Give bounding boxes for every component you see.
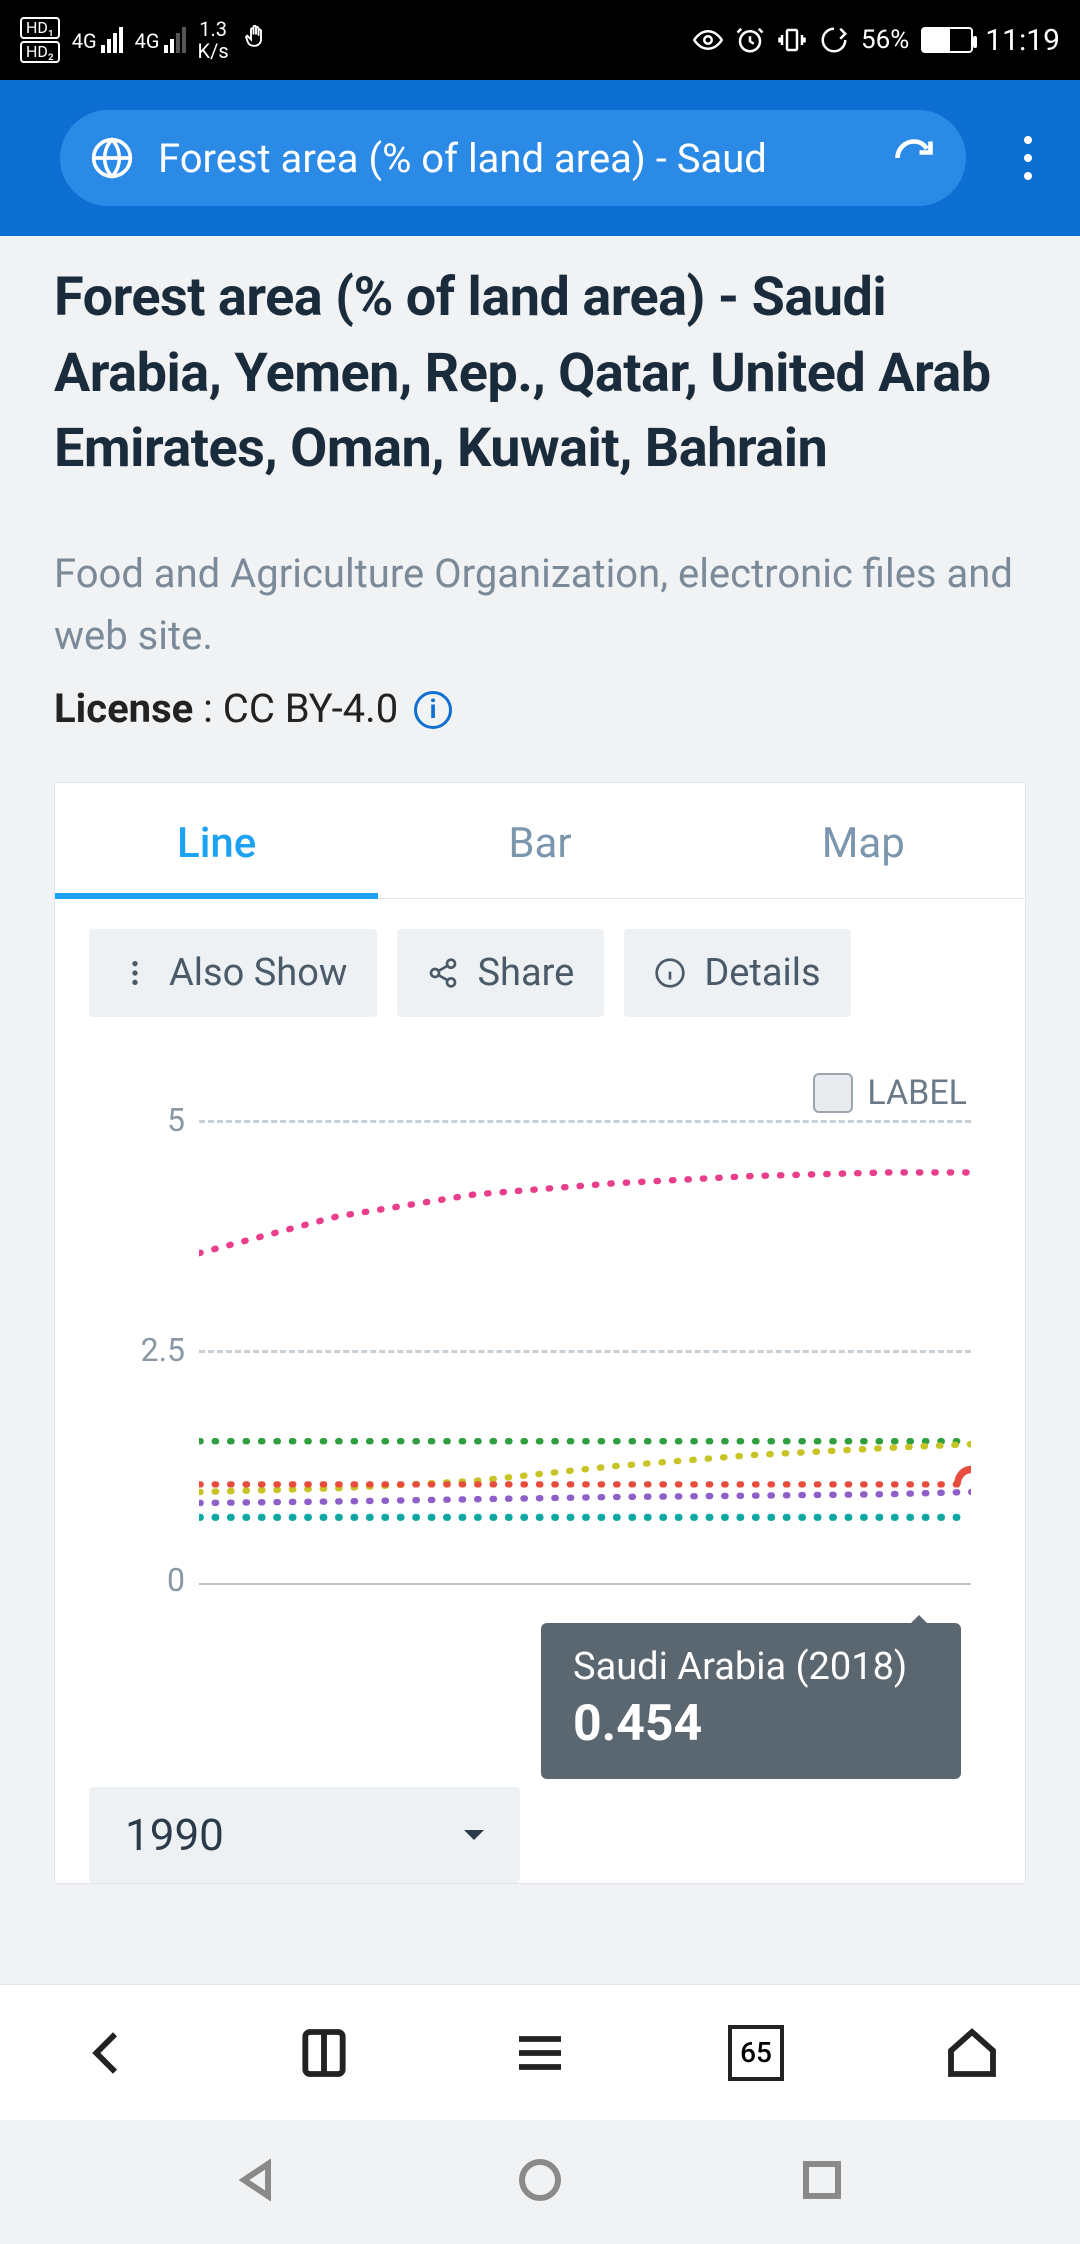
year-end-value: 2018 xyxy=(596,1809,695,1861)
browser-bottom-nav: 65 xyxy=(0,1984,1080,2120)
reload-icon[interactable] xyxy=(892,136,936,180)
chart-plot[interactable]: LABEL 5 2.5 0 Saudi Arabia (2018) 0.454 xyxy=(55,1027,1025,1667)
chart-toolbar: Also Show Share Details xyxy=(55,899,1025,1027)
details-label: Details xyxy=(704,951,820,995)
year-start-select[interactable]: 1990 xyxy=(89,1787,520,1883)
sim1-label: 4G xyxy=(72,29,97,53)
sim2-label: 4G xyxy=(135,29,160,53)
also-show-label: Also Show xyxy=(169,951,347,995)
y-tick-5: 5 xyxy=(167,1101,185,1139)
reader-button[interactable] xyxy=(296,2025,352,2081)
chart-card: Line Bar Map Also Show Share Details xyxy=(54,782,1026,1884)
alarm-icon xyxy=(735,25,765,55)
license-row: License : CC BY-4.0 i xyxy=(54,685,1026,732)
details-button[interactable]: Details xyxy=(624,929,850,1017)
sys-recent-button[interactable] xyxy=(798,2156,846,2208)
tooltip-value: 0.454 xyxy=(573,1695,929,1753)
source-text: Food and Agriculture Organization, elect… xyxy=(54,543,1026,667)
y-tick-2-5: 2.5 xyxy=(141,1331,185,1369)
net-speed-value: 1.3 xyxy=(198,19,229,39)
chart-tooltip: Saudi Arabia (2018) 0.454 xyxy=(541,1623,961,1779)
info-outline-icon xyxy=(654,957,686,989)
chart-lines xyxy=(199,1067,971,1585)
back-button[interactable] xyxy=(80,2025,136,2081)
kebab-icon xyxy=(119,957,151,989)
battery-icon xyxy=(921,27,973,53)
battery-percent: 56% xyxy=(861,25,909,55)
browser-url-bar: Forest area (% of land area) - Saud xyxy=(0,80,1080,236)
signal2-icon xyxy=(164,27,186,53)
license-value: CC BY-4.0 xyxy=(223,685,398,732)
also-show-button[interactable]: Also Show xyxy=(89,929,377,1017)
tab-bar[interactable]: Bar xyxy=(378,783,701,898)
tooltip-title: Saudi Arabia (2018) xyxy=(573,1645,929,1689)
globe-icon xyxy=(90,136,134,180)
url-text: Forest area (% of land area) - Saud xyxy=(158,135,868,182)
tabs-button[interactable]: 65 xyxy=(728,2025,784,2081)
hand-icon xyxy=(241,22,271,59)
data-saver-icon xyxy=(819,25,849,55)
year-start-value: 1990 xyxy=(125,1809,224,1861)
clock-time: 11:19 xyxy=(985,23,1060,58)
vibrate-icon xyxy=(777,25,807,55)
chevron-down-icon xyxy=(935,1830,955,1850)
year-end-select[interactable]: 2018 xyxy=(560,1787,991,1883)
share-button[interactable]: Share xyxy=(397,929,604,1017)
eye-icon xyxy=(693,25,723,55)
share-icon xyxy=(427,957,459,989)
menu-button[interactable] xyxy=(512,2025,568,2081)
hd1-badge: HD₁ xyxy=(20,17,60,39)
tab-line[interactable]: Line xyxy=(55,783,378,898)
license-label: License xyxy=(54,685,193,732)
page-title: Forest area (% of land area) - Saudi Ara… xyxy=(54,260,1026,487)
status-bar: HD₁ HD₂ 4G 4G 1.3 K/s 56% 11:19 xyxy=(0,0,1080,80)
info-icon[interactable]: i xyxy=(414,691,452,729)
hd2-badge: HD₂ xyxy=(20,41,60,63)
share-label: Share xyxy=(477,951,574,995)
system-nav-bar xyxy=(0,2120,1080,2244)
browser-menu-button[interactable] xyxy=(1006,128,1050,188)
y-tick-0: 0 xyxy=(167,1561,185,1599)
sys-home-button[interactable] xyxy=(516,2156,564,2208)
net-speed-unit: K/s xyxy=(198,41,229,61)
url-pill[interactable]: Forest area (% of land area) - Saud xyxy=(60,110,966,206)
tab-map[interactable]: Map xyxy=(702,783,1025,898)
chart-tabs: Line Bar Map xyxy=(55,783,1025,899)
signal1-icon xyxy=(101,27,123,53)
sys-back-button[interactable] xyxy=(234,2156,282,2208)
chevron-down-icon xyxy=(464,1830,484,1850)
home-button[interactable] xyxy=(944,2025,1000,2081)
page-content: Forest area (% of land area) - Saudi Ara… xyxy=(0,236,1080,1884)
